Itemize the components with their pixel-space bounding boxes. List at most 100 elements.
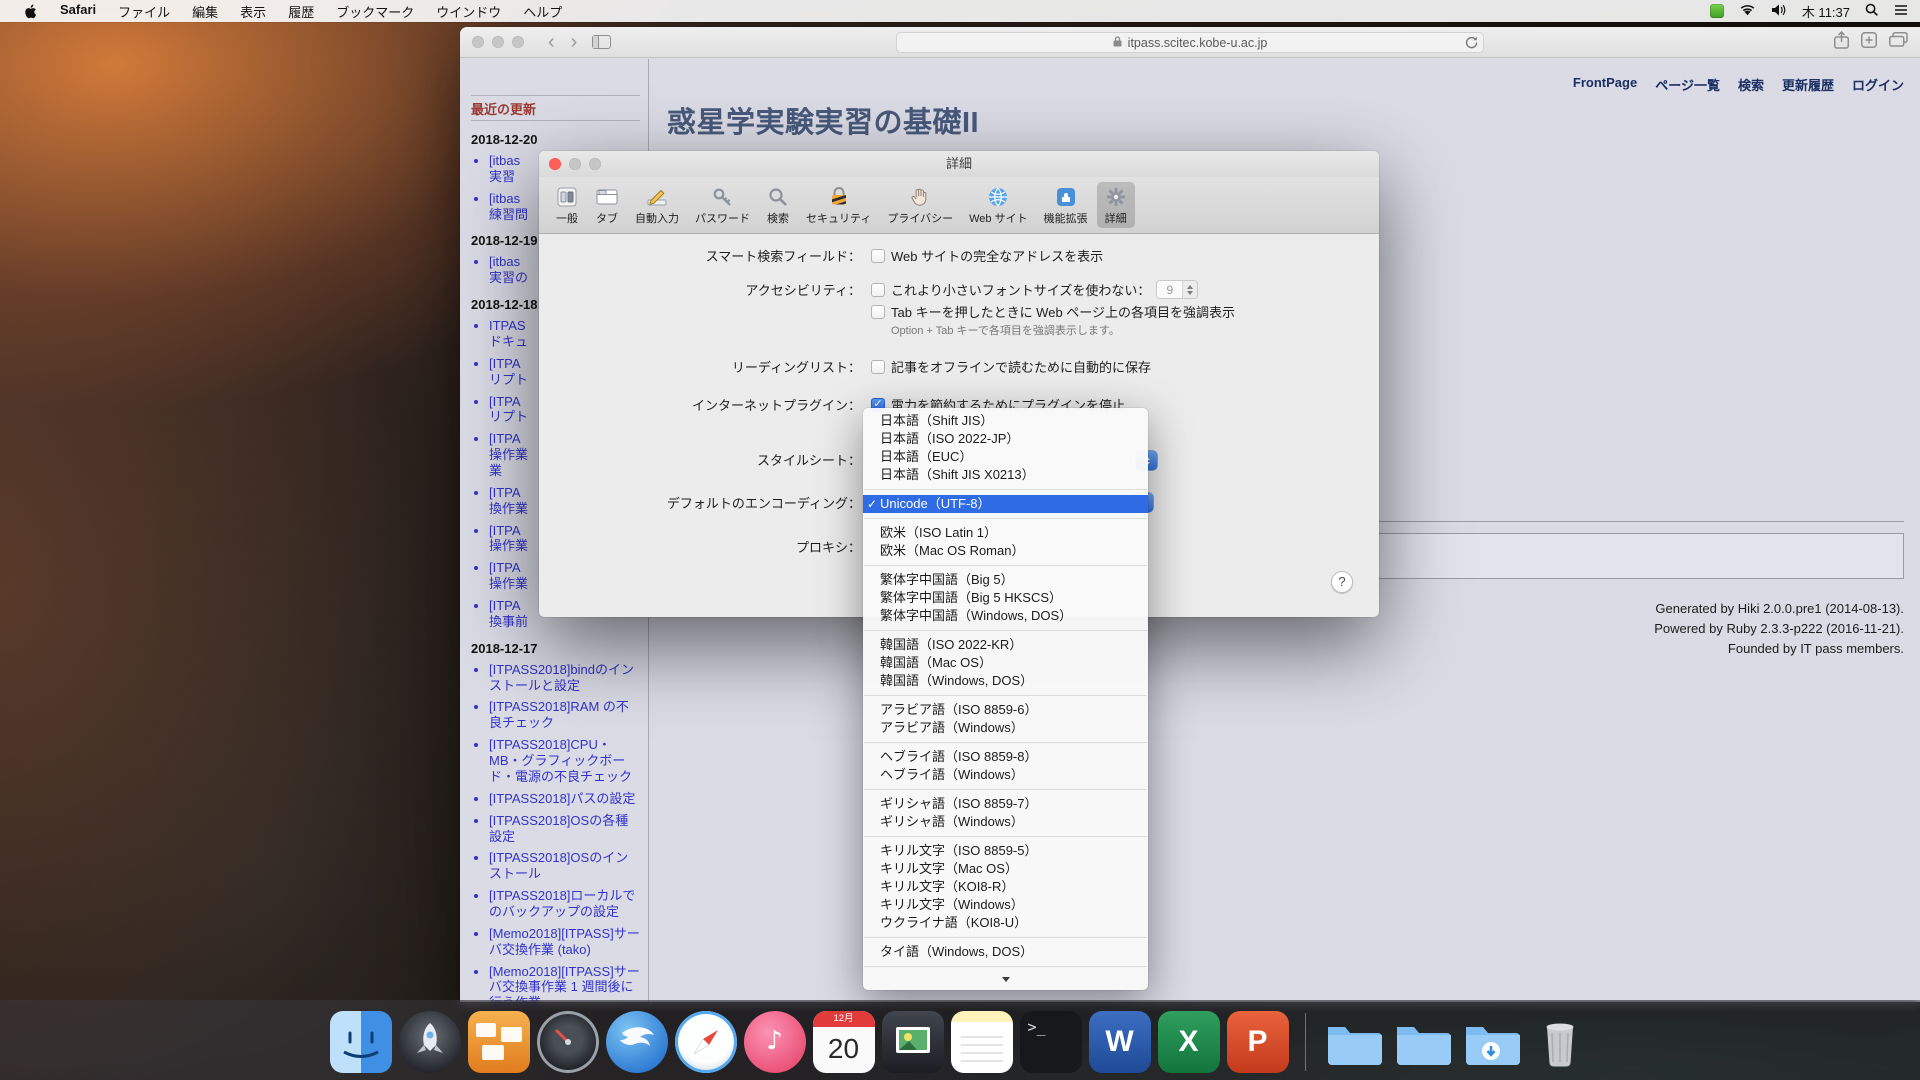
refresh-icon[interactable]: [1465, 36, 1478, 52]
menubar-item[interactable]: ファイル: [107, 2, 181, 21]
forward-button[interactable]: ›: [563, 32, 586, 52]
new-tab-icon[interactable]: [1861, 32, 1877, 53]
encoding-option[interactable]: ギリシャ語（ISO 8859-7）: [863, 795, 1148, 813]
share-icon[interactable]: [1834, 31, 1849, 54]
volume-icon[interactable]: [1771, 4, 1787, 19]
sidebar-link[interactable]: [ITPASS2018]RAM の不良チェック: [489, 699, 640, 731]
encoding-option[interactable]: 日本語（ISO 2022-JP）: [863, 430, 1148, 448]
menubar-item[interactable]: 編集: [181, 2, 229, 21]
sidebar-link[interactable]: [ITPASS2018]ローカルでのバックアップの設定: [489, 888, 640, 920]
dock-terminal-icon[interactable]: >_: [1020, 1011, 1082, 1073]
dock-photo-booth-icon[interactable]: [882, 1011, 944, 1073]
encoding-option[interactable]: ヘブライ語（Windows）: [863, 766, 1148, 784]
menubar-item[interactable]: Safari: [49, 2, 107, 21]
encoding-option[interactable]: 韓国語（ISO 2022-KR）: [863, 636, 1148, 654]
encoding-option[interactable]: 繁体字中国語（Windows, DOS）: [863, 607, 1148, 625]
sidebar-link[interactable]: [ITPASS2018]パスの設定: [489, 791, 640, 807]
encoding-option[interactable]: タイ語（Windows, DOS）: [863, 943, 1148, 961]
zoom-button[interactable]: [512, 36, 524, 48]
prefs-tab-詳細[interactable]: 詳細: [1097, 182, 1135, 228]
encoding-option[interactable]: Unicode（UTF-8）: [863, 495, 1148, 513]
wiki-nav-link[interactable]: FrontPage: [1573, 75, 1637, 94]
minimize-button[interactable]: [492, 36, 504, 48]
dock-itunes-icon[interactable]: ♪: [744, 1011, 806, 1073]
encoding-option[interactable]: 韓国語（Mac OS）: [863, 654, 1148, 672]
prefs-tab-自動入力[interactable]: 自動入力: [628, 182, 686, 228]
dock-safari-icon[interactable]: [675, 1011, 737, 1073]
dock-calendar-icon[interactable]: 12月20: [813, 1011, 875, 1073]
close-button[interactable]: [472, 36, 484, 48]
dock-thunderbird-icon[interactable]: [606, 1011, 668, 1073]
dock-launchpad-icon[interactable]: [399, 1011, 461, 1073]
sidebar-link[interactable]: [ITPASS2018]OSの各種設定: [489, 813, 640, 845]
dock-downloads-icon[interactable]: [1460, 1011, 1522, 1073]
checkbox-show-full-address[interactable]: [871, 249, 885, 263]
encoding-option[interactable]: キリル文字（ISO 8859-5）: [863, 842, 1148, 860]
help-button[interactable]: ?: [1331, 571, 1353, 593]
font-size-select[interactable]: 9: [1156, 280, 1198, 299]
encoding-option[interactable]: 韓国語（Windows, DOS）: [863, 672, 1148, 690]
prefs-tab-機能拡張[interactable]: 機能拡張: [1037, 182, 1095, 228]
back-button[interactable]: ‹: [540, 32, 563, 52]
dock-word-icon[interactable]: W: [1089, 1011, 1151, 1073]
status-menu-icon[interactable]: [1710, 4, 1724, 18]
sidebar-link[interactable]: [Memo2018][ITPASS]サーバ交換作業 (tako): [489, 926, 640, 958]
tab-overview-icon[interactable]: [1889, 32, 1908, 52]
address-bar[interactable]: itpass.scitec.kobe-u.ac.jp: [896, 32, 1484, 53]
sidebar-link[interactable]: [ITPASS2018]bindのインストールと設定: [489, 662, 640, 694]
dock-dashboard-icon[interactable]: [537, 1011, 599, 1073]
wifi-icon[interactable]: [1739, 4, 1756, 19]
sidebar-toggle-icon[interactable]: [585, 35, 618, 49]
sidebar-link[interactable]: [ITPASS2018]OSのインストール: [489, 850, 640, 882]
wiki-nav-link[interactable]: ログイン: [1852, 75, 1904, 94]
encoding-option[interactable]: 欧米（Mac OS Roman）: [863, 542, 1148, 560]
menubar-item[interactable]: 履歴: [277, 2, 325, 21]
encoding-option[interactable]: 日本語（EUC）: [863, 448, 1148, 466]
encoding-option[interactable]: 欧米（ISO Latin 1）: [863, 524, 1148, 542]
encoding-option[interactable]: ヘブライ語（ISO 8859-8）: [863, 748, 1148, 766]
dock-trash-icon[interactable]: [1529, 1011, 1591, 1073]
dock-powerpoint-icon[interactable]: P: [1227, 1011, 1289, 1073]
prefs-tab-検索[interactable]: 検索: [759, 182, 797, 228]
wiki-nav-link[interactable]: 検索: [1738, 75, 1764, 94]
menubar-item[interactable]: ヘルプ: [512, 2, 573, 21]
encoding-option[interactable]: キリル文字（KOI8-R）: [863, 878, 1148, 896]
dock-mission-control-icon[interactable]: [468, 1011, 530, 1073]
apple-menu[interactable]: [12, 4, 49, 19]
encoding-option[interactable]: キリル文字（Windows）: [863, 896, 1148, 914]
menubar-item[interactable]: ウインドウ: [425, 2, 512, 21]
prefs-tab-セキュリティ[interactable]: セキュリティ: [799, 182, 878, 228]
prefs-close-button[interactable]: [549, 158, 561, 170]
checkbox-min-font-size[interactable]: [871, 283, 885, 297]
menu-bar-clock[interactable]: 木 11:37: [1802, 2, 1850, 21]
encoding-option[interactable]: 繁体字中国語（Big 5）: [863, 571, 1148, 589]
prefs-tab-一般[interactable]: 一般: [548, 182, 586, 228]
wiki-nav-link[interactable]: ページ一覧: [1655, 75, 1720, 94]
menubar-item[interactable]: ブックマーク: [325, 2, 425, 21]
prefs-tab-プライバシー[interactable]: プライバシー: [880, 182, 960, 228]
checkbox-tab-highlight[interactable]: [871, 305, 885, 319]
dock-finder-icon[interactable]: [330, 1011, 392, 1073]
prefs-tab-Web サイト[interactable]: Web サイト: [962, 182, 1034, 228]
wiki-nav-link[interactable]: 更新履歴: [1782, 75, 1834, 94]
menubar-item[interactable]: 表示: [229, 2, 277, 21]
scroll-down-icon[interactable]: [863, 972, 1148, 986]
encoding-option[interactable]: ギリシャ語（Windows）: [863, 813, 1148, 831]
checkbox-offline-save[interactable]: [871, 360, 885, 374]
dock-excel-icon[interactable]: X: [1158, 1011, 1220, 1073]
dock-notes-icon[interactable]: [951, 1011, 1013, 1073]
notification-center-icon[interactable]: [1894, 4, 1908, 19]
dock-folder-1-icon[interactable]: [1322, 1011, 1384, 1073]
prefs-tab-パスワード[interactable]: パスワード: [688, 182, 757, 228]
prefs-tab-タブ[interactable]: タブ: [588, 182, 626, 228]
spotlight-icon[interactable]: [1865, 3, 1879, 20]
encoding-option[interactable]: 繁体字中国語（Big 5 HKSCS）: [863, 589, 1148, 607]
encoding-option[interactable]: アラビア語（Windows）: [863, 719, 1148, 737]
encoding-option[interactable]: 日本語（Shift JIS）: [863, 412, 1148, 430]
encoding-option[interactable]: アラビア語（ISO 8859-6）: [863, 701, 1148, 719]
encoding-option[interactable]: キリル文字（Mac OS）: [863, 860, 1148, 878]
encoding-option[interactable]: ウクライナ語（KOI8-U）: [863, 914, 1148, 932]
sidebar-link[interactable]: [ITPASS2018]CPU・MB・グラフィックボード・電源の不良チェック: [489, 737, 640, 785]
dock-folder-2-icon[interactable]: [1391, 1011, 1453, 1073]
encoding-option[interactable]: 日本語（Shift JIS X0213）: [863, 466, 1148, 484]
